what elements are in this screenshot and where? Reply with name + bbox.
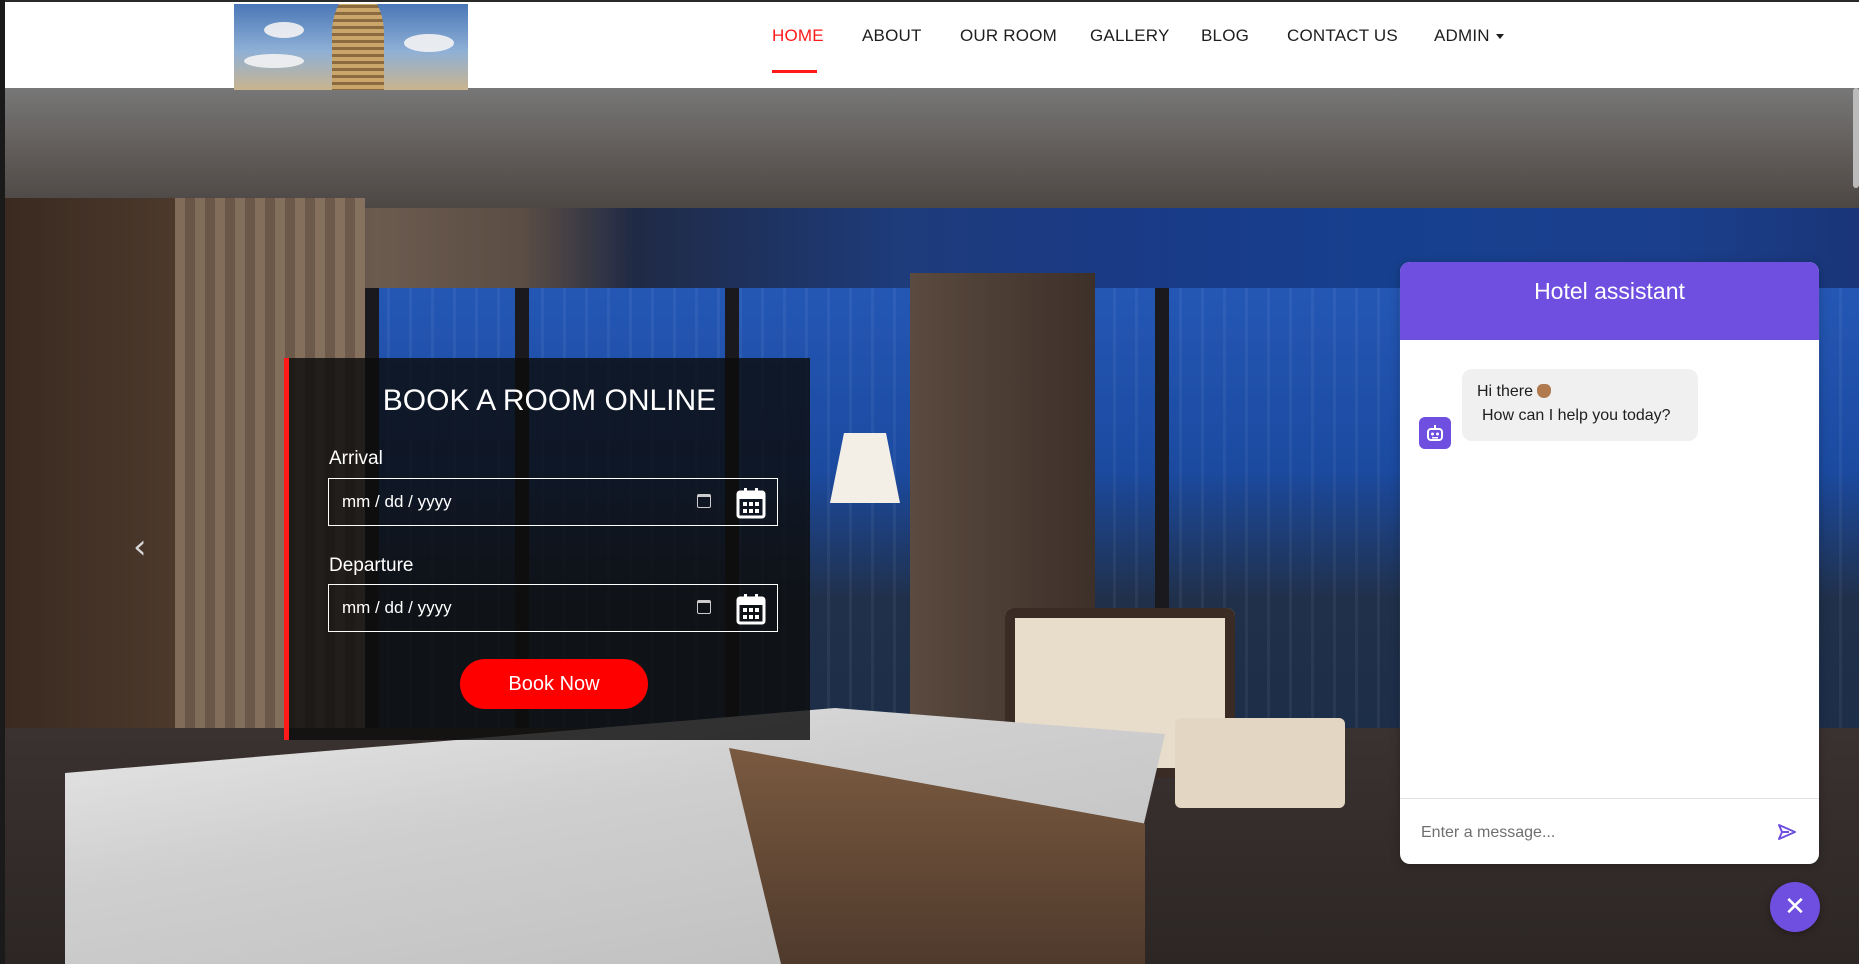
nav-about[interactable]: ABOUT bbox=[862, 26, 922, 46]
bot-message-bubble: Hi there How can I help you today? bbox=[1462, 369, 1698, 441]
bot-avatar-icon bbox=[1419, 417, 1451, 449]
departure-date-value: mm / dd / yyyy bbox=[342, 598, 452, 617]
chat-title: Hotel assistant bbox=[1534, 278, 1685, 304]
waving-hand-icon bbox=[1537, 384, 1552, 398]
arrival-date-value: mm / dd / yyyy bbox=[342, 492, 452, 511]
nav-home[interactable]: HOME bbox=[772, 26, 824, 46]
arrival-date-input[interactable]: mm / dd / yyyy bbox=[328, 478, 778, 526]
send-icon[interactable] bbox=[1777, 823, 1797, 841]
chat-widget: Hotel assistant Hi there How can I help … bbox=[1400, 262, 1819, 864]
arrival-label: Arrival bbox=[329, 448, 383, 469]
greeting-line1: Hi there bbox=[1477, 383, 1534, 400]
nav-gallery[interactable]: GALLERY bbox=[1090, 26, 1170, 46]
departure-date-input[interactable]: mm / dd / yyyy bbox=[328, 584, 778, 632]
caret-down-icon bbox=[1495, 34, 1504, 40]
booking-form: BOOK A ROOM ONLINE Arrival mm / dd / yyy… bbox=[284, 358, 810, 740]
page-scrollbar[interactable] bbox=[1853, 88, 1859, 188]
nav-our-room[interactable]: OUR ROOM bbox=[960, 26, 1057, 46]
calendar-icon bbox=[736, 594, 766, 625]
main-nav: HOME ABOUT OUR ROOM GALLERY BLOG CONTACT… bbox=[5, 26, 1859, 73]
top-navbar: HOME ABOUT OUR ROOM GALLERY BLOG CONTACT… bbox=[5, 2, 1859, 90]
nav-admin-label: ADMIN bbox=[1434, 26, 1490, 45]
departure-label: Departure bbox=[329, 555, 414, 576]
active-nav-underline bbox=[772, 70, 817, 73]
nav-blog[interactable]: BLOG bbox=[1201, 26, 1249, 46]
chat-input-bar bbox=[1400, 798, 1819, 864]
greeting-line2: How can I help you today? bbox=[1482, 407, 1671, 424]
book-now-button[interactable]: Book Now bbox=[460, 659, 648, 709]
booking-title: BOOK A ROOM ONLINE bbox=[382, 384, 717, 417]
chat-message-input[interactable] bbox=[1419, 817, 1763, 849]
nav-contact-us[interactable]: CONTACT US bbox=[1287, 26, 1398, 46]
nav-admin-dropdown[interactable]: ADMIN bbox=[1434, 26, 1504, 46]
slider-prev-icon[interactable]: ‹ bbox=[133, 530, 151, 564]
calendar-picker-icon[interactable] bbox=[697, 600, 711, 614]
calendar-picker-icon[interactable] bbox=[697, 494, 711, 508]
close-icon: ✕ bbox=[1784, 892, 1806, 922]
chat-header: Hotel assistant bbox=[1400, 262, 1819, 340]
chat-close-button[interactable]: ✕ bbox=[1770, 882, 1820, 932]
calendar-icon bbox=[736, 488, 766, 519]
